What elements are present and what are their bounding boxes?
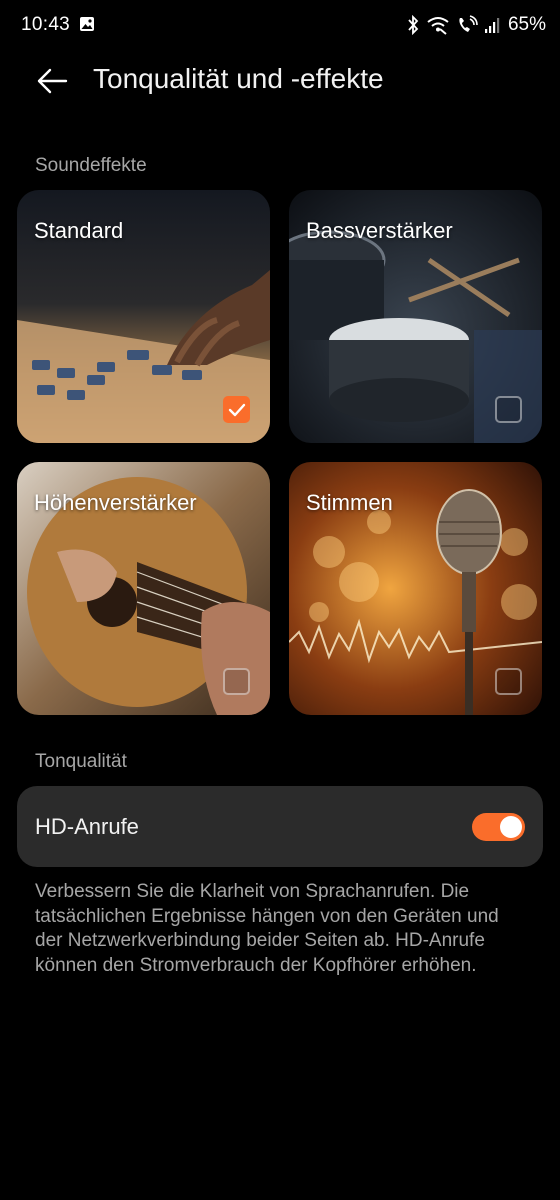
sound-effect-treble-booster[interactable]: Höhenverstärker [17,462,270,715]
section-label-sound-quality: Tonqualität [35,751,127,772]
signal-icon [484,18,500,33]
wifi-call-icon [427,17,449,35]
hd-calls-row[interactable]: HD-Anrufe [17,786,543,867]
unselected-checkbox[interactable] [495,668,522,695]
tile-label: Stimmen [306,490,393,515]
selected-checkbox[interactable] [223,396,250,423]
bluetooth-icon [408,15,419,35]
status-bar: 10:43 65% [0,0,560,52]
battery-level: 65% [507,14,546,35]
volte-call-icon [459,15,478,32]
tile-label: Bassverstärker [306,218,453,243]
tile-label: Höhenverstärker [34,490,197,515]
checkmark-icon [228,403,245,416]
status-time: 10:43 [21,14,71,35]
status-icons: 65% [406,12,546,38]
back-button[interactable] [33,62,71,100]
sound-effect-bass-booster[interactable]: Bassverstärker [289,190,542,443]
hd-calls-toggle[interactable] [472,813,525,841]
hd-calls-description: Verbessern Sie die Klarheit von Sprachan… [35,881,499,976]
tile-label: Standard [34,218,124,243]
hd-calls-label: HD-Anrufe [35,814,139,839]
unselected-checkbox[interactable] [495,396,522,423]
unselected-checkbox[interactable] [223,668,250,695]
arrow-left-icon [37,68,68,94]
page-title: Tonqualität und -effekte [93,63,384,94]
gallery-icon [80,17,94,31]
section-label-sound-effects: Soundeffekte [35,155,147,176]
toggle-knob [500,816,522,838]
sound-effect-vocals[interactable]: Stimmen [289,462,542,715]
sound-effect-standard[interactable]: Standard [17,190,270,443]
